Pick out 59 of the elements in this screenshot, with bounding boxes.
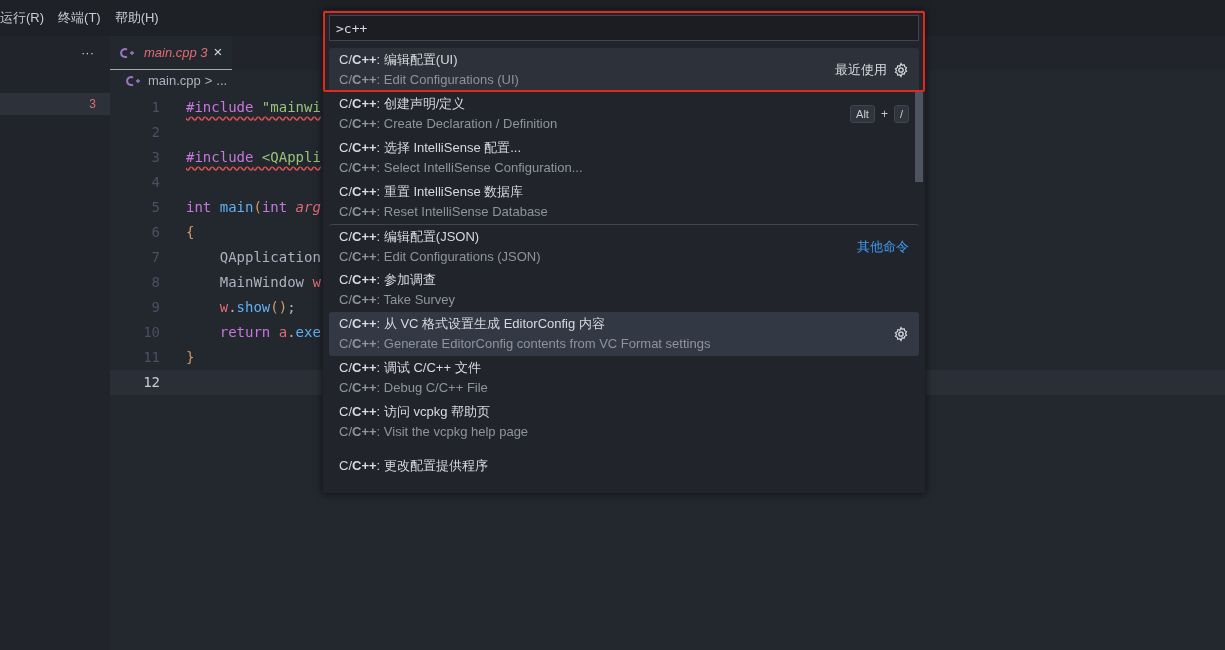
command-item[interactable]: C/C++: 创建声明/定义 C/C++: Create Declaration / Definition Alt + / [329, 92, 919, 136]
menu-item[interactable]: 帮助(H) [114, 8, 159, 28]
breadcrumb-item[interactable]: main.cpp [148, 71, 201, 91]
command-item[interactable]: C/C++: 编辑配置(JSON) C/C++: Edit Configurations (JSON) 其他命令 [329, 224, 919, 268]
command-label: C/C++: 参加调查 [339, 271, 437, 289]
keybinding-key: Alt [850, 104, 875, 124]
command-detail: C/C++: Create Declaration / Definition [339, 115, 559, 133]
command-label: C/C++: 选择 IntelliSense 配置... [339, 139, 523, 157]
more-actions-button[interactable]: ··· [79, 43, 96, 63]
command-label: C/C++: 调试 C/C++ 文件 [339, 359, 482, 377]
command-label: C/C++: 编辑配置(UI) [339, 51, 459, 69]
line-number: 12 [142, 373, 160, 392]
code-line: w.show(); [218, 298, 296, 317]
command-detail: C/C++: Edit Configurations (JSON) [339, 247, 542, 266]
menu-item[interactable]: 运行(R) [0, 8, 45, 28]
command-label: C/C++: 重置 IntelliSense 数据库 [339, 183, 525, 201]
command-label: C/C++: 从 VC 格式设置生成 EditorConfig 内容 [339, 315, 606, 333]
problem-count: 3 [89, 96, 96, 113]
command-label: C/C++: 创建声明/定义 [339, 95, 467, 113]
command-item[interactable]: C/C++: 选择 IntelliSense 配置... C/C++: Select IntelliSense Configuration... [329, 136, 919, 180]
code-line: return a.exe [218, 323, 321, 342]
close-icon[interactable]: × [213, 41, 223, 64]
code-line: QApplication [218, 248, 321, 267]
code-line: int main(int arg [186, 198, 321, 217]
command-item[interactable]: C/C++: 编辑配置(UI) C/C++: Edit Configurations (UI) 最近使用 [329, 48, 919, 92]
sidebar-item[interactable]: 3 [0, 93, 110, 115]
command-label: C/C++: 访问 vcpkg 帮助页 [339, 403, 491, 421]
code-line: #include <QAppli [186, 148, 321, 167]
command-detail: C/C++: Visit the vcpkg help page [339, 423, 530, 441]
command-detail: C/C++: Take Survey [339, 291, 457, 309]
command-detail: C/C++: Reset IntelliSense Database [339, 203, 549, 221]
command-detail: C/C++: Generate EditorConfig contents from VC Format settings [339, 335, 712, 353]
command-detail: C/C++: Debug C/C++ File [339, 379, 489, 397]
command-label: C/C++: 编辑配置(JSON) [339, 227, 481, 246]
key-separator: + [880, 106, 888, 123]
settings-icon[interactable] [893, 62, 909, 78]
tab-label: main.cpp 3 [144, 43, 208, 62]
command-detail: C/C++: Select IntelliSense Configuration... [339, 159, 584, 177]
code-line: { [186, 223, 195, 242]
command-detail: C/C++: Edit Configurations (UI) [339, 71, 520, 89]
group-label: 最近使用 [835, 61, 887, 80]
keybinding-key: / [893, 104, 909, 124]
menu-item[interactable]: 终端(T) [58, 8, 101, 28]
scrollbar-thumb[interactable] [915, 92, 923, 182]
command-item[interactable]: C/C++: 访问 vcpkg 帮助页 C/C++: Visit the vcpkg help page [329, 400, 919, 444]
code-line: #include "mainwi [186, 98, 321, 117]
code-line: MainWindow w [218, 273, 321, 292]
command-item[interactable]: C/C++: 重置 IntelliSense 数据库 C/C++: Reset IntelliSense Database [329, 180, 919, 224]
command-input[interactable]: >c++ [329, 15, 919, 41]
breadcrumb-item[interactable]: ... [216, 71, 228, 91]
command-label: C/C++: 更改配置提供程序 [339, 457, 489, 475]
command-item[interactable]: C/C++: 从 VC 格式设置生成 EditorConfig 内容 C/C++: Generate EditorConfig contents from VC Format settings [329, 312, 919, 356]
command-item[interactable]: C/C++: 参加调查 C/C++: Take Survey [329, 268, 919, 312]
other-commands-link[interactable]: 其他命令 [857, 236, 909, 257]
breadcrumb-separator: > [204, 72, 213, 91]
settings-icon[interactable] [893, 326, 909, 342]
code-line: } [186, 348, 195, 367]
command-item[interactable]: C/C++: 更改配置提供程序 [329, 444, 919, 488]
command-item[interactable]: C/C++: 调试 C/C++ 文件 C/C++: Debug C/C++ File [329, 356, 919, 400]
